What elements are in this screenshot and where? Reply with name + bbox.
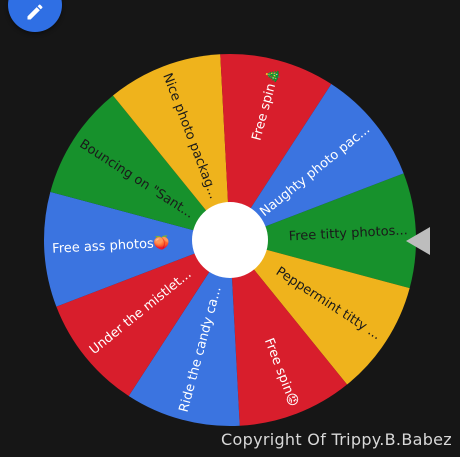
wheel-center-hub[interactable] bbox=[192, 202, 268, 278]
copyright-watermark: Copyright Of Trippy.B.Babez bbox=[221, 430, 452, 449]
wheel-app: Free titty photos... Peppermint titty ...… bbox=[0, 0, 460, 457]
pencil-icon bbox=[25, 0, 45, 27]
triangle-left-icon bbox=[406, 227, 430, 255]
wheel-pointer bbox=[406, 227, 432, 260]
spin-wheel[interactable]: Free titty photos...Peppermint titty ...… bbox=[0, 0, 460, 457]
